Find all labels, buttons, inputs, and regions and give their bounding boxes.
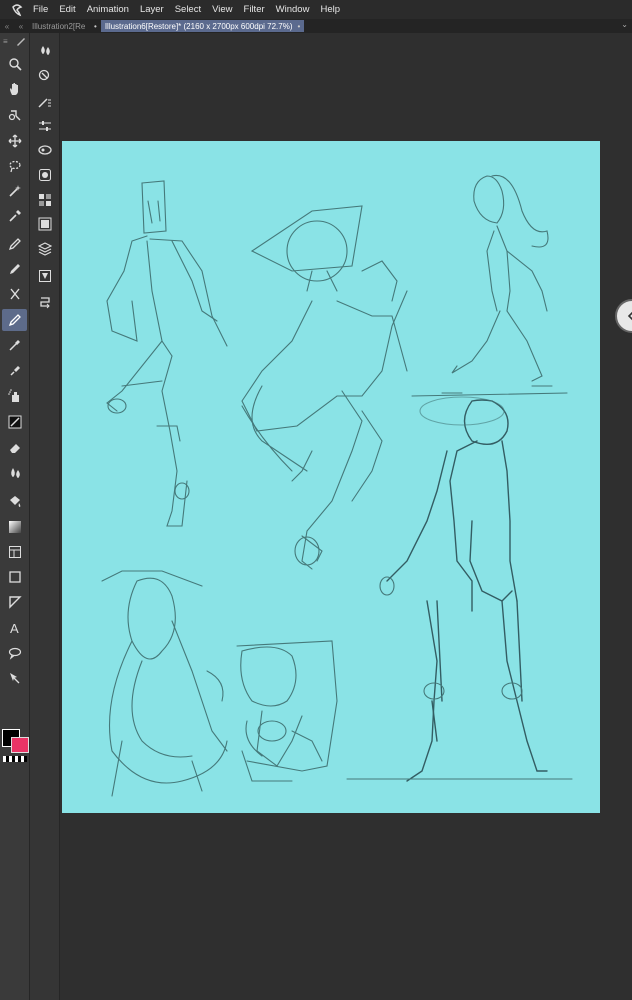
eraser-icon[interactable] [2,437,27,459]
marker-icon[interactable] [2,309,27,331]
gradient-icon[interactable] [2,516,27,538]
balloon-icon[interactable] [2,642,27,664]
chevron-left-icon [627,311,632,321]
toolbar-header: ≡ [0,35,29,47]
menu-file[interactable]: File [28,4,54,15]
operation-icon[interactable] [2,667,27,689]
pen-icon[interactable] [2,233,27,255]
transparent-color-swatch[interactable] [3,756,27,762]
airbrush-icon[interactable] [2,334,27,356]
canvas-area[interactable] [60,33,632,1000]
menu-window[interactable]: Window [271,4,316,15]
menu-icon[interactable]: ≡ [3,37,8,46]
menu-bar: File Edit Animation Layer Select View Fi… [0,0,632,19]
brush-size-icon[interactable] [32,91,57,113]
menu-help[interactable]: Help [315,4,346,15]
color-set-icon[interactable] [32,189,57,211]
layers-icon[interactable] [32,238,57,260]
rotate-icon[interactable] [2,104,27,126]
magic-wand-icon[interactable] [2,180,27,202]
decoration-icon[interactable] [2,359,27,381]
drawing-canvas[interactable] [62,141,600,813]
history-icon[interactable] [32,291,57,313]
tab-close-icon[interactable]: • [94,22,97,31]
navigator-handle[interactable] [615,299,632,333]
pen-settings-icon[interactable] [16,36,26,46]
text-icon[interactable]: A [2,617,27,639]
color-indicator [1,728,29,768]
navigator-icon[interactable] [32,65,57,87]
frame-icon[interactable] [2,541,27,563]
hand-icon[interactable] [2,78,27,100]
menu-filter[interactable]: Filter [239,4,271,15]
svg-text:A: A [10,621,19,635]
sketch-artwork [101,174,573,797]
color-slider-icon[interactable] [32,164,57,186]
blend-icon[interactable] [2,462,27,484]
menu-select[interactable]: Select [170,4,207,15]
command-bar [30,33,60,1000]
lasso-icon[interactable] [2,155,27,177]
menu-layer[interactable]: Layer [135,4,170,15]
tab-label: Illustration2[Re [32,21,86,31]
material-icon[interactable] [32,213,57,235]
color-circle-icon[interactable] [32,139,57,161]
shape-icon[interactable] [2,566,27,588]
collapse-left-icon-2[interactable]: « [14,22,28,31]
tab-illustration6[interactable]: Illustration6[Restore]* (2160 x 2700px 6… [100,20,305,32]
tab-close-icon[interactable]: • [297,22,300,31]
menu-edit[interactable]: Edit [54,4,81,15]
collapse-left-icon[interactable]: « [0,22,14,31]
tab-label: Illustration6[Restore]* (2160 x 2700px 6… [104,21,293,31]
tool-palette: ≡ A [0,33,30,1000]
brush-icon[interactable] [2,283,27,305]
pencil-icon[interactable] [2,258,27,280]
blend-drops-icon[interactable] [32,39,57,61]
ruler-icon[interactable] [2,591,27,613]
move-icon[interactable] [2,130,27,152]
document-tab-bar: « « Illustration2[Re • Illustration6[Res… [0,19,632,33]
app-logo-icon[interactable] [6,0,28,19]
tab-illustration2[interactable]: Illustration2[Re [28,20,92,32]
spray-icon[interactable] [2,385,27,407]
fill-icon[interactable] [2,490,27,512]
tone-icon[interactable] [2,411,27,433]
chevron-down-icon[interactable]: ⌄ [621,20,628,29]
menu-view[interactable]: View [207,4,238,15]
sub-color-swatch[interactable] [11,737,29,753]
layer-property-icon[interactable] [32,265,57,287]
zoom-icon[interactable] [2,53,27,75]
eyedropper-icon[interactable] [2,205,27,227]
menu-animation[interactable]: Animation [82,4,135,15]
tool-property-icon[interactable] [32,115,57,137]
